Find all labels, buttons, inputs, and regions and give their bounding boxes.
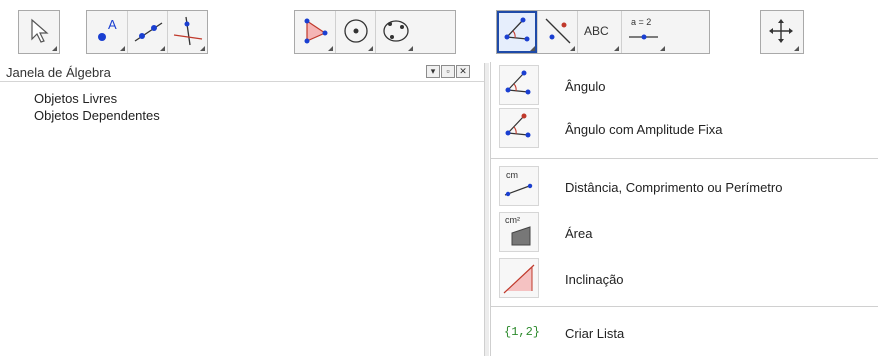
list-icon-text: {1,2} [504, 325, 541, 339]
area-icon-text: cm² [505, 215, 520, 225]
distance-icon: cm [499, 166, 539, 206]
tool-group-measure: ABC a = 2 [496, 10, 710, 54]
conic-tool[interactable] [375, 11, 415, 53]
conic-icon [383, 20, 409, 42]
tree-item-dependent-objects[interactable]: Objetos Dependentes [34, 108, 160, 123]
slope-icon [499, 258, 539, 298]
reflect-icon [545, 18, 571, 44]
point-icon: A [98, 17, 117, 41]
angle-tool-menu: Ângulo Ângulo com Amplitude Fixa cm Dist… [490, 62, 878, 356]
tool-group-view [760, 10, 804, 54]
slider-icon [629, 34, 658, 40]
menu-separator [491, 158, 878, 159]
angle-icon [504, 17, 530, 42]
line-icon [134, 22, 163, 42]
menu-item-area[interactable]: cm² Área [491, 212, 878, 254]
menu-item-create-list[interactable]: {1,2} Criar Lista [491, 312, 878, 354]
menu-item-label: Criar Lista [565, 326, 625, 341]
circle-tool[interactable] [335, 11, 375, 53]
menu-item-slope[interactable]: Inclinação [491, 258, 878, 300]
svg-text:A: A [108, 17, 117, 32]
tool-group-move [18, 10, 60, 54]
move-graphics-view-tool[interactable] [761, 11, 801, 53]
perpendicular-line-tool[interactable] [167, 11, 207, 53]
line-tool[interactable] [127, 11, 167, 53]
distance-icon-text: cm [506, 170, 518, 180]
undock-icon[interactable]: ▫ [441, 65, 455, 78]
text-tool[interactable]: ABC [577, 11, 621, 53]
menu-item-label: Distância, Comprimento ou Perímetro [565, 180, 783, 195]
arrow-cursor-icon [31, 18, 49, 43]
menu-item-label: Ângulo [565, 79, 606, 94]
close-icon[interactable]: ✕ [456, 65, 470, 78]
window-buttons: ▾ ▫ ✕ [426, 65, 470, 78]
menu-item-label: Inclinação [565, 272, 624, 287]
menu-item-distance[interactable]: cm Distância, Comprimento ou Perímetro [491, 166, 878, 208]
tool-group-points-lines: A [86, 10, 208, 54]
menu-item-angle-fixed[interactable]: Ângulo com Amplitude Fixa [491, 108, 878, 150]
slider-tool[interactable]: a = 2 [621, 11, 667, 53]
point-tool[interactable]: A [87, 11, 127, 53]
menu-item-angle[interactable]: Ângulo [491, 65, 878, 107]
move-arrows-icon [769, 19, 793, 43]
angle-fixed-icon [499, 108, 539, 148]
text-tool-label: ABC [584, 24, 609, 38]
algebra-panel-header: Janela de Álgebra ▾ ▫ ✕ [0, 63, 484, 82]
menu-item-label: Ângulo com Amplitude Fixa [565, 122, 723, 137]
menu-separator [491, 306, 878, 307]
move-tool[interactable] [19, 11, 59, 53]
algebra-panel-title: Janela de Álgebra [6, 65, 111, 80]
area-icon: cm² [499, 212, 539, 252]
panel-divider[interactable] [484, 63, 489, 356]
menu-item-label: Área [565, 226, 593, 241]
angle-icon [499, 65, 539, 105]
angle-tool[interactable] [497, 11, 537, 53]
menu-dropdown-icon[interactable]: ▾ [426, 65, 440, 78]
tool-group-shapes [294, 10, 456, 54]
circle-icon [344, 19, 368, 43]
perpendicular-icon [173, 16, 203, 46]
polygon-icon [304, 18, 328, 44]
polygon-tool[interactable] [295, 11, 335, 53]
reflect-tool[interactable] [537, 11, 577, 53]
list-icon: {1,2} [499, 312, 541, 352]
toolbar: A ABC a = 2 [0, 0, 878, 62]
tree-item-free-objects[interactable]: Objetos Livres [34, 91, 117, 106]
